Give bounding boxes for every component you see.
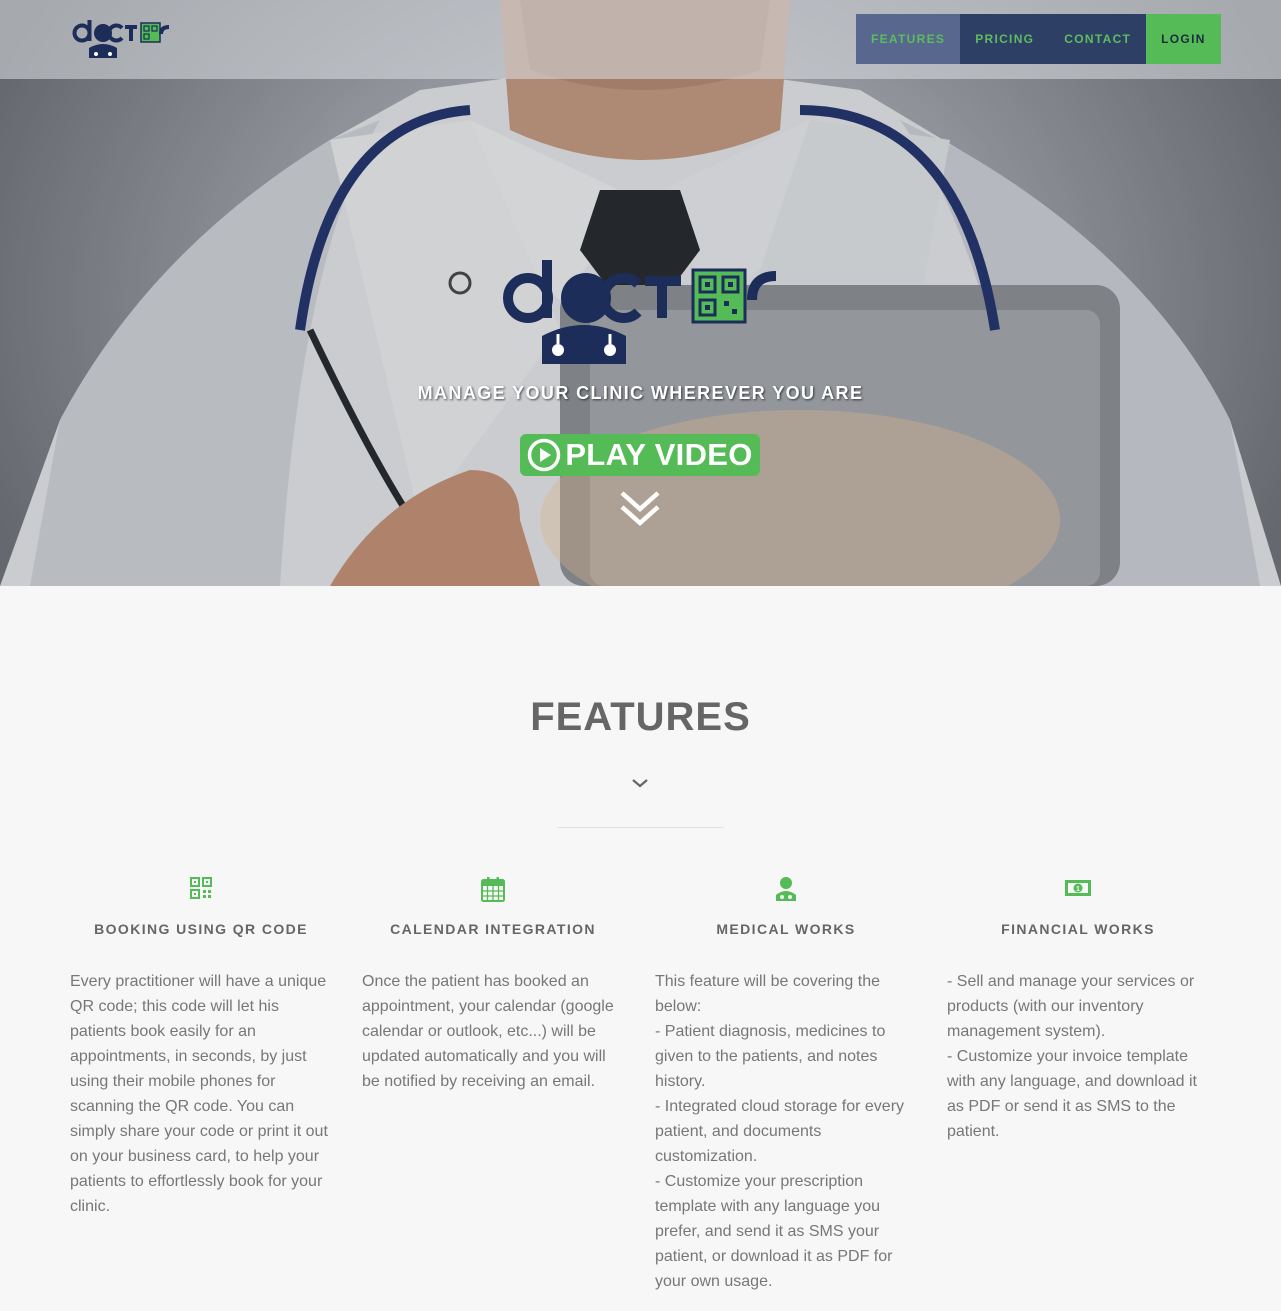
feature-text: - Sell and manage your services or produ… xyxy=(947,973,1195,1040)
chevron-down-icon xyxy=(632,779,648,788)
feature-text: - Customize your prescription template w… xyxy=(655,1173,893,1290)
feature-title: MEDICAL WORKS xyxy=(716,921,856,937)
feature-text: - Patient diagnosis, medicines to given … xyxy=(655,1023,886,1090)
play-circle-icon xyxy=(528,438,561,472)
play-video-label: PLAY VIDEO xyxy=(565,437,753,472)
doctor-logo-large xyxy=(503,260,777,364)
qr-code-icon xyxy=(190,877,212,899)
feature-description: This feature will be covering the below:… xyxy=(655,969,917,1294)
feature-description: Every practitioner will have a unique QR… xyxy=(70,969,332,1219)
nav-features[interactable]: FEATURES xyxy=(856,14,961,64)
feature-text: Every practitioner will have a unique QR… xyxy=(70,973,328,1215)
features-heading: FEATURES xyxy=(530,695,751,739)
main-nav: FEATURES PRICING CONTACT LOGIN xyxy=(856,14,1221,64)
svg-text:1: 1 xyxy=(1076,886,1080,893)
nav-login-button[interactable]: LOGIN xyxy=(1146,14,1221,64)
feature-title: FINANCIAL WORKS xyxy=(1001,921,1155,937)
money-icon: 1 xyxy=(1065,880,1091,896)
hero-section: FEATURES PRICING CONTACT LOGIN MANAGE YO… xyxy=(0,0,1281,586)
feature-text: - Integrated cloud storage for every pat… xyxy=(655,1098,905,1165)
calendar-icon xyxy=(481,877,505,902)
doctor-icon xyxy=(776,877,796,901)
feature-card-medical: MEDICAL WORKS This feature will be cover… xyxy=(655,876,917,1294)
feature-description: - Sell and manage your services or produ… xyxy=(947,969,1209,1144)
feature-title: CALENDAR INTEGRATION xyxy=(390,921,596,937)
feature-description: Once the patient has booked an appointme… xyxy=(362,969,624,1094)
hero-tagline: MANAGE YOUR CLINIC WHEREVER YOU ARE xyxy=(417,383,864,403)
section-divider xyxy=(557,827,724,828)
play-video-button[interactable]: PLAY VIDEO xyxy=(520,434,760,476)
feature-title: BOOKING USING QR CODE xyxy=(94,921,308,937)
nav-pricing[interactable]: PRICING xyxy=(960,14,1050,64)
doctor-logo-small[interactable] xyxy=(72,18,174,60)
nav-contact[interactable]: CONTACT xyxy=(1049,14,1147,64)
feature-text: - Customize your invoice template with a… xyxy=(947,1048,1197,1140)
feature-card-calendar: CALENDAR INTEGRATION Once the patient ha… xyxy=(362,876,624,1094)
top-navigation-bar: FEATURES PRICING CONTACT LOGIN xyxy=(0,0,1281,79)
feature-card-qr-booking: BOOKING USING QR CODE Every practitioner… xyxy=(70,876,332,1219)
feature-text: This feature will be covering the below: xyxy=(655,973,880,1015)
feature-card-financial: 1 FINANCIAL WORKS - Sell and manage your… xyxy=(947,876,1209,1144)
feature-text: Once the patient has booked an appointme… xyxy=(362,973,614,1090)
double-chevron-down-icon[interactable] xyxy=(619,489,661,529)
